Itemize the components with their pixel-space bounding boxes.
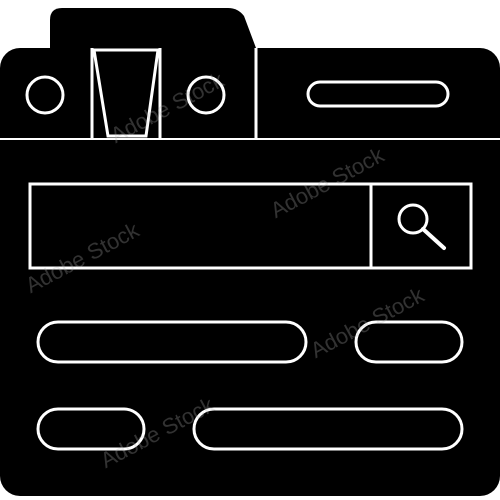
browser-window-icon: [0, 8, 500, 496]
content-bar-top-left: [36, 320, 308, 364]
content-bar-bottom-right: [192, 407, 464, 451]
search-input[interactable]: [28, 182, 373, 270]
header-right-circle-icon: [186, 75, 226, 115]
content-bar-bottom-left: [36, 407, 146, 451]
window-top-tab: [50, 8, 256, 48]
header-left-circle-icon: [25, 75, 65, 115]
content-bar-top-right: [354, 320, 464, 364]
search-button[interactable]: [369, 182, 473, 270]
header-pill-bar: [306, 80, 450, 108]
